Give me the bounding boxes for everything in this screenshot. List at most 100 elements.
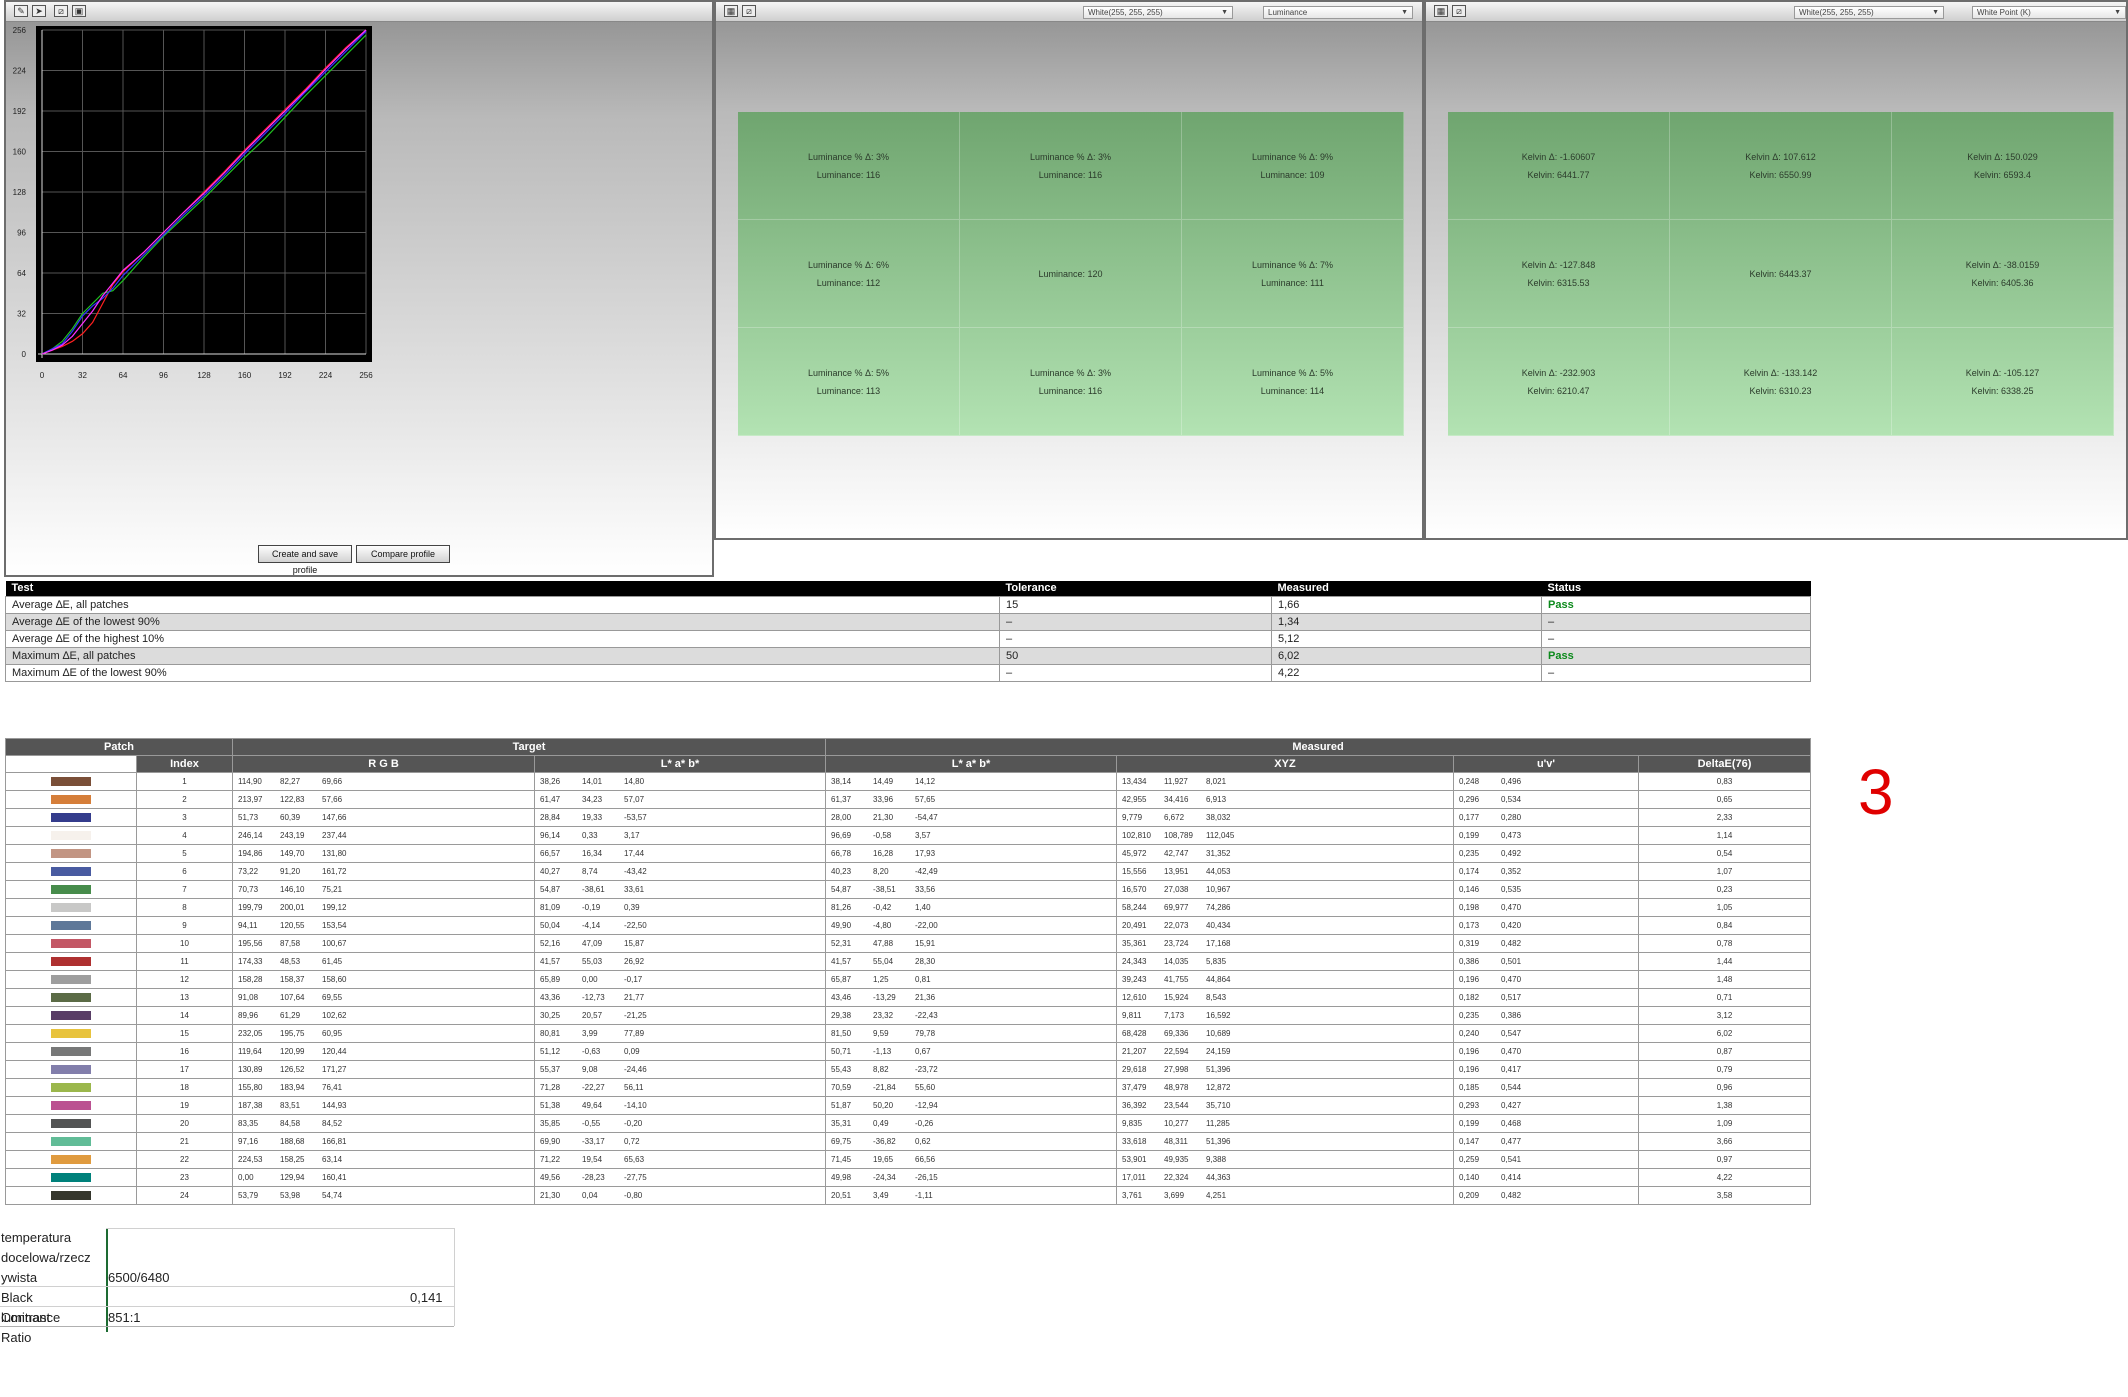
patch-row: 17 130,89 126,52 171,27 55,37 9,08 -24,46 55,43…: [5, 1060, 1811, 1079]
value: 147,66: [322, 813, 347, 822]
measured-lab-cell: 81,26 -0,42 1,40: [825, 898, 1117, 917]
value: -0,42: [873, 903, 892, 912]
value: 195,75: [280, 1029, 305, 1038]
value: 91,08: [238, 993, 259, 1002]
target-lab-cell: 81,09 -0,19 0,39: [534, 898, 826, 917]
value: 11,285: [1206, 1119, 1230, 1128]
luminance-delta: Luminance % Δ: 3%: [1029, 367, 1112, 378]
value: 16,592: [1206, 1011, 1231, 1020]
y-tick-label: 0: [22, 350, 27, 359]
summary-measured-cell: 4,22: [1271, 663, 1542, 682]
uv-cell: 0,177 0,280: [1453, 808, 1639, 827]
value: 74,286: [1206, 903, 1231, 912]
color-swatch: [51, 957, 91, 967]
measured-lab-cell: 65,87 1,25 0,81: [825, 970, 1117, 989]
value: 87,58: [280, 939, 301, 948]
patch-color-dropdown[interactable]: White(255, 255, 255) ▼: [1083, 6, 1233, 19]
uniformity-cell: Luminance % Δ: 3% Luminance: 116: [960, 112, 1182, 220]
sub-header-measured-lab: L* a* b*: [825, 755, 1117, 773]
cursor-icon[interactable]: ➤: [32, 5, 46, 17]
value: 51,396: [1206, 1137, 1231, 1146]
swatch-header: [5, 755, 137, 773]
delta-e-cell: 1,44: [1638, 952, 1811, 971]
value: 11,927: [1164, 777, 1188, 786]
sub-header-uv: u'v': [1453, 755, 1639, 773]
target-lab-cell: 40,27 8,74 -43,42: [534, 862, 826, 881]
y-tick-label: 160: [13, 148, 27, 157]
value: 0,196: [1459, 1047, 1480, 1056]
pen-icon[interactable]: ✎: [14, 5, 28, 17]
uv-cell: 0,293 0,427: [1453, 1096, 1639, 1115]
target-rgb-cell: 97,16 188,68 166,81: [232, 1132, 535, 1151]
patch-index: 3: [136, 808, 233, 827]
chevron-down-icon: ▼: [1221, 9, 1228, 16]
value: 158,60: [322, 975, 347, 984]
measured-lab-cell: 51,87 50,20 -12,94: [825, 1096, 1117, 1115]
measured-lab-cell: 52,31 47,88 15,91: [825, 934, 1117, 953]
image-icon[interactable]: ▣: [72, 5, 86, 17]
value: 0,473: [1501, 831, 1522, 840]
group-header-target: Target: [232, 738, 826, 756]
compare-profile-button[interactable]: Compare profile: [356, 545, 450, 563]
luminance-value: Luminance: 112: [816, 277, 881, 288]
sub-header-target-lab: L* a* b*: [534, 755, 826, 773]
luminance-value: Luminance: 120: [1038, 268, 1103, 279]
edit-icon[interactable]: ⧄: [742, 5, 756, 17]
value: 0,482: [1501, 1191, 1522, 1200]
value: -54,47: [915, 813, 938, 822]
kelvin-value: Kelvin: 6593.4: [1973, 169, 2032, 180]
xyz-cell: 68,428 69,336 10,689: [1116, 1024, 1454, 1043]
contrast-ratio-value[interactable]: 851:1: [108, 1308, 141, 1328]
xyz-cell: 36,392 23,544 35,710: [1116, 1096, 1454, 1115]
value: 21,30: [873, 813, 894, 822]
black-luminance-value[interactable]: 0,141: [410, 1288, 443, 1308]
value: 65,89: [540, 975, 561, 984]
swatch-cell: [5, 1078, 137, 1097]
edit-icon[interactable]: ⧄: [54, 5, 68, 17]
delta-e-cell: 1,05: [1638, 898, 1811, 917]
uniformity-cell: Kelvin Δ: 150.029 Kelvin: 6593.4: [1892, 112, 2114, 220]
value: 0,259: [1459, 1155, 1480, 1164]
value: -42,49: [915, 867, 938, 876]
grid-icon[interactable]: ▦: [724, 5, 738, 17]
patch-color-dropdown[interactable]: White(255, 255, 255) ▼: [1794, 6, 1944, 19]
value: 35,361: [1122, 939, 1147, 948]
temperature-value[interactable]: 6500/6480: [108, 1268, 169, 1288]
value: 199,79: [238, 903, 263, 912]
grid-icon[interactable]: ▦: [1434, 5, 1448, 17]
measured-lab-cell: 69,75 -36,82 0,62: [825, 1132, 1117, 1151]
value: 83,51: [280, 1101, 301, 1110]
value: 122,83: [280, 795, 305, 804]
xyz-cell: 39,243 41,755 44,864: [1116, 970, 1454, 989]
value: 33,56: [915, 885, 936, 894]
measurement-type-dropdown[interactable]: Luminance ▼: [1263, 6, 1413, 19]
delta-e-cell: 0,65: [1638, 790, 1811, 809]
value: 16,570: [1122, 885, 1147, 894]
measurement-type-dropdown[interactable]: White Point (K) ▼: [1972, 6, 2126, 19]
delta-e-cell: 1,38: [1638, 1096, 1811, 1115]
luminance-delta: Luminance % Δ: 7%: [1251, 259, 1334, 270]
value: 15,924: [1164, 993, 1189, 1002]
value: 61,45: [322, 957, 343, 966]
uv-cell: 0,235 0,386: [1453, 1006, 1639, 1025]
measured-lab-cell: 38,14 14,49 14,12: [825, 772, 1117, 791]
value: 52,16: [540, 939, 561, 948]
value: 102,810: [1122, 831, 1151, 840]
measured-lab-cell: 20,51 3,49 -1,11: [825, 1186, 1117, 1205]
edit-icon[interactable]: ⧄: [1452, 5, 1466, 17]
patch-row: 8 199,79 200,01 199,12 81,09 -0,19 0,39 81,26 -0…: [5, 898, 1811, 917]
color-swatch: [51, 1137, 91, 1147]
value: 21,30: [540, 1191, 561, 1200]
value: -4,14: [582, 921, 601, 930]
value: 3,761: [1122, 1191, 1143, 1200]
measured-lab-cell: 43,46 -13,29 21,36: [825, 988, 1117, 1007]
target-rgb-cell: 213,97 122,83 57,66: [232, 790, 535, 809]
value: 0,470: [1501, 975, 1522, 984]
xyz-cell: 3,761 3,699 4,251: [1116, 1186, 1454, 1205]
uv-cell: 0,240 0,547: [1453, 1024, 1639, 1043]
value: 130,89: [238, 1065, 263, 1074]
create-save-profile-button[interactable]: Create and save profile: [258, 545, 352, 575]
target-lab-cell: 51,38 49,64 -14,10: [534, 1096, 826, 1115]
value: 0,235: [1459, 1011, 1480, 1020]
summary-row: Maximum ∆E of the lowest 90% –4,22–: [5, 663, 1811, 682]
